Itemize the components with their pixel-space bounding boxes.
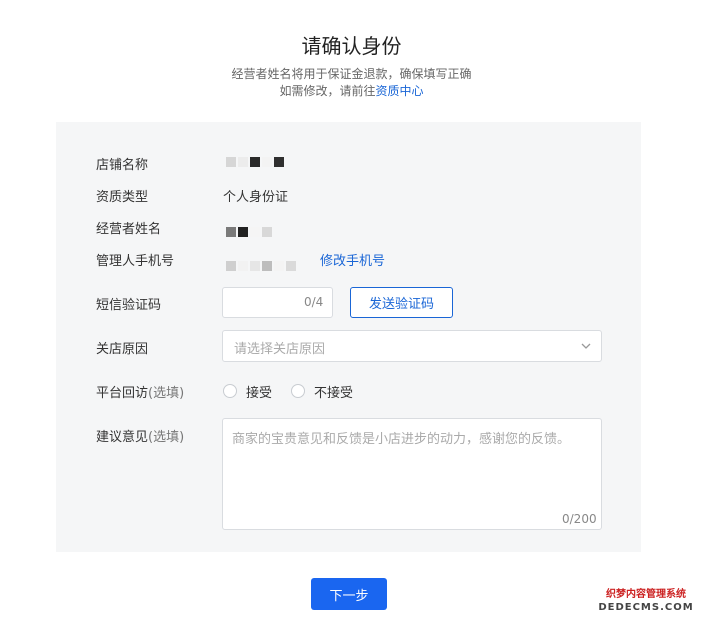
qualification-center-link[interactable]: 资质中心 <box>376 84 424 98</box>
chevron-down-icon <box>581 343 591 349</box>
operator-name-label: 经营者姓名 <box>96 222 162 237</box>
platform-visit-label: 平台回访(选填) <box>96 382 184 401</box>
change-phone-link[interactable]: 修改手机号 <box>320 250 385 269</box>
decline-radio[interactable] <box>291 384 305 398</box>
qualification-type-value: 个人身份证 <box>223 190 289 205</box>
close-reason-placeholder: 请选择关店原因 <box>234 342 326 357</box>
next-step-button[interactable]: 下一步 <box>311 578 387 610</box>
qualification-type-label: 资质类型 <box>96 190 149 205</box>
description-line-2: 如需修改，请前往资质中心 <box>0 83 703 100</box>
page-description: 经营者姓名将用于保证金退款，确保填写正确 如需修改，请前往资质中心 <box>0 66 703 100</box>
operator-name-value-redacted <box>226 227 272 237</box>
phone-value-redacted <box>226 261 296 271</box>
platform-visit-label-text: 平台回访 <box>96 386 149 401</box>
decline-option-label[interactable]: 不接受 <box>314 382 353 401</box>
suggestion-label-text: 建议意见 <box>96 430 149 445</box>
shop-name-label: 店铺名称 <box>96 158 149 173</box>
close-reason-label: 关店原因 <box>96 342 149 357</box>
suggestion-placeholder: 商家的宝贵意见和反馈是小店进步的动力，感谢您的反馈。 <box>232 432 571 447</box>
page-title: 请确认身份 <box>301 34 402 58</box>
accept-radio[interactable] <box>223 384 237 398</box>
sms-code-label: 短信验证码 <box>96 298 162 313</box>
sms-code-counter: 0/4 <box>304 295 324 309</box>
suggestion-counter: 0/200 <box>562 512 597 526</box>
suggestion-label: 建议意见(选填) <box>96 426 184 445</box>
watermark-line-1: 织梦内容管理系统 <box>606 589 686 600</box>
optional-hint: (选填) <box>148 386 185 401</box>
optional-hint: (选填) <box>148 430 185 445</box>
description-prefix: 如需修改，请前往 <box>279 84 376 98</box>
watermark: 织梦内容管理系统 DEDECMS.COM <box>594 588 698 614</box>
description-line-1: 经营者姓名将用于保证金退款，确保填写正确 <box>231 67 472 81</box>
shop-name-value-redacted <box>226 157 284 167</box>
phone-label: 管理人手机号 <box>96 254 175 269</box>
accept-option-label[interactable]: 接受 <box>246 382 272 401</box>
send-code-button[interactable]: 发送验证码 <box>350 287 453 318</box>
confirm-identity-page: 请确认身份 经营者姓名将用于保证金退款，确保填写正确 如需修改，请前往资质中心 … <box>0 0 703 625</box>
watermark-line-2: DEDECMS.COM <box>598 602 694 613</box>
